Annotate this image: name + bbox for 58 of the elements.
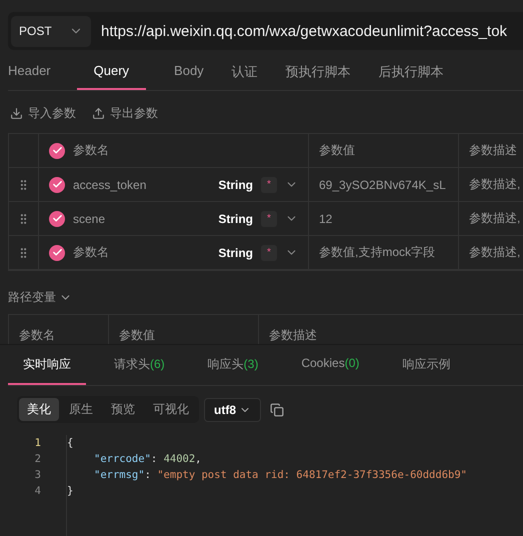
request-tab[interactable]: Header xyxy=(8,56,51,90)
view-mode-option[interactable]: 原生 xyxy=(61,398,101,421)
param-type[interactable]: String xyxy=(218,246,253,260)
check-icon xyxy=(52,247,62,258)
path-variables-toggle[interactable]: 路径变量 xyxy=(8,271,523,314)
param-value[interactable]: 69_3ySO2BNv674K_sL xyxy=(309,168,459,202)
method-select[interactable]: POST xyxy=(11,16,91,46)
param-description[interactable]: 参数描述, xyxy=(459,202,523,236)
check-icon xyxy=(52,145,62,156)
line-number: 4 xyxy=(34,484,42,499)
param-name[interactable]: access_token xyxy=(73,178,210,192)
code-line: } xyxy=(67,484,74,499)
response-tab[interactable]: 请求头(6) xyxy=(99,345,180,385)
param-name[interactable]: 参数名 xyxy=(73,244,210,261)
import-params-button[interactable]: 导入参数 xyxy=(10,105,76,122)
response-tab[interactable]: 响应示例 xyxy=(387,345,466,385)
column-header: 参数名 xyxy=(73,142,109,159)
param-description[interactable]: 参数描述, xyxy=(459,236,523,270)
request-tab[interactable]: 后执行脚本 xyxy=(378,56,444,90)
select-all-checkbox[interactable] xyxy=(49,142,65,158)
required-toggle[interactable]: * xyxy=(261,176,277,192)
line-number: 3 xyxy=(34,468,42,483)
encoding-select[interactable]: utf8 xyxy=(204,398,261,422)
response-tab[interactable]: 响应头(3) xyxy=(192,345,274,385)
export-params-button[interactable]: 导出参数 xyxy=(92,105,158,122)
response-tab[interactable]: 实时响应 xyxy=(8,345,86,385)
url-input[interactable]: https://api.weixin.qq.com/wxa/getwxacodeunlimit?access_tok xyxy=(101,22,508,40)
response-tab[interactable]: Cookies(0) xyxy=(286,345,374,385)
request-tab[interactable]: Body xyxy=(174,56,204,90)
param-description[interactable]: 参数描述, xyxy=(459,168,523,202)
param-name[interactable]: scene xyxy=(73,212,210,226)
code-line: "errcode": 44002, xyxy=(93,452,202,467)
param-value[interactable]: 12 xyxy=(309,202,459,236)
required-toggle[interactable]: * xyxy=(261,210,277,226)
line-number: 1 xyxy=(34,436,42,451)
request-tab[interactable]: 认证 xyxy=(232,56,258,90)
view-mode-option[interactable]: 可视化 xyxy=(145,398,197,421)
param-type[interactable]: String xyxy=(218,212,253,226)
param-value[interactable]: 参数值,支持mock字段 xyxy=(309,236,459,270)
request-tab[interactable]: 预执行脚本 xyxy=(286,56,351,90)
view-mode-option[interactable]: 美化 xyxy=(19,398,59,421)
copy-icon[interactable] xyxy=(270,402,284,416)
param-type[interactable]: String xyxy=(218,178,253,192)
check-icon xyxy=(52,213,62,224)
line-number: 2 xyxy=(34,452,42,467)
row-checkbox[interactable] xyxy=(49,176,65,192)
request-tab[interactable]: Query xyxy=(76,56,146,90)
code-line: { xyxy=(67,436,74,451)
required-toggle[interactable]: * xyxy=(261,244,277,260)
row-checkbox[interactable] xyxy=(49,244,65,260)
check-icon xyxy=(52,179,62,190)
row-checkbox[interactable] xyxy=(49,210,65,226)
download-icon xyxy=(10,107,23,120)
view-mode-option[interactable]: 预览 xyxy=(103,398,143,421)
upload-icon xyxy=(92,107,105,120)
column-header: 参数描述 xyxy=(459,134,523,168)
code-line: "errmsg": "empty post data rid: 64817ef2-37f3356e-60ddd6b9" xyxy=(93,468,467,483)
column-header: 参数值 xyxy=(309,134,459,168)
